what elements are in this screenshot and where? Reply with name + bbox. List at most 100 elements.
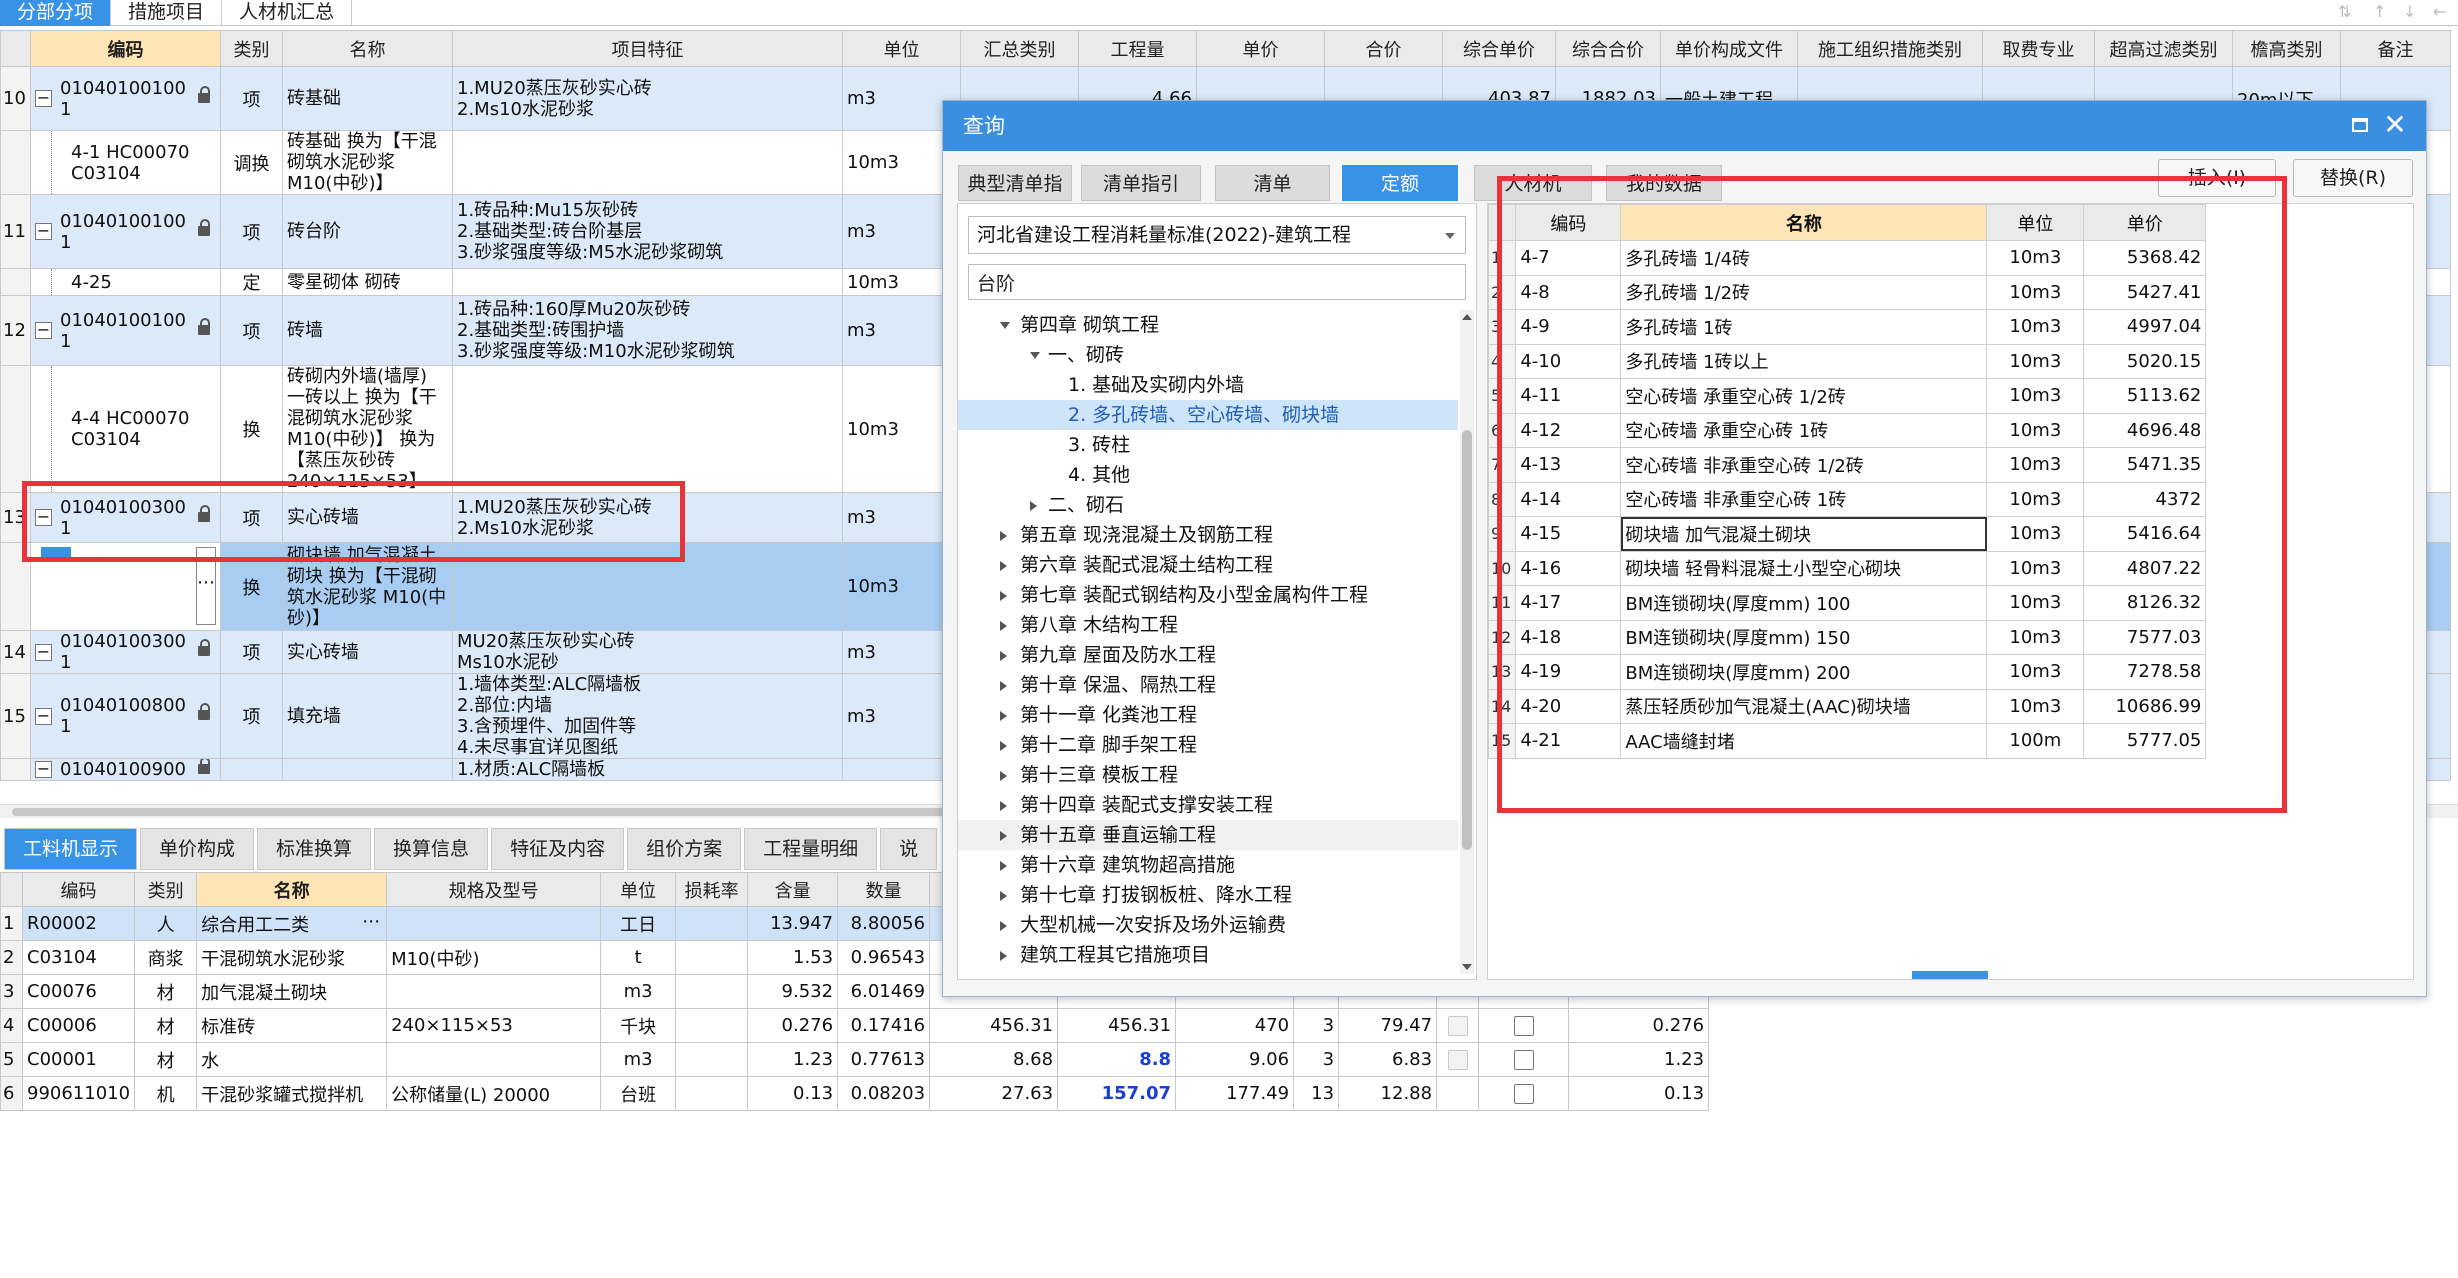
quota-price[interactable]: 10686.99 — [2083, 688, 2207, 724]
checkbox[interactable] — [1513, 1050, 1534, 1070]
feature-cell[interactable]: 1.MU20蒸压灰砂实心砖 2.Ms10水泥砂浆 — [452, 66, 843, 131]
sum-cell[interactable]: 12.88 — [1338, 1076, 1438, 1111]
row-number[interactable]: 14 — [0, 630, 31, 674]
name-cell[interactable]: 砖砌内外墙(墙厚) 一砖以上 换为【干混砌筑水泥砂浆 M10(中砂)】 换为【蒸… — [282, 365, 453, 493]
quota-name[interactable]: 多孔砖墙 1/4砖 — [1620, 240, 1988, 276]
tree-node[interactable]: 第十三章 模板工程 — [958, 760, 1458, 790]
sort-icon[interactable]: ⇅ — [2338, 4, 2354, 20]
tax-rate-cell[interactable]: 3 — [1293, 1008, 1340, 1043]
category-cell[interactable]: 商浆 — [134, 940, 198, 975]
quota-code[interactable]: 4-14 — [1515, 481, 1622, 517]
name-cell[interactable]: 实心砖墙 — [282, 492, 453, 543]
spec-cell[interactable] — [386, 974, 602, 1009]
row-number[interactable]: 13 — [0, 492, 31, 543]
more-icon[interactable]: ⋯ — [362, 911, 380, 932]
quota-unit[interactable]: 10m3 — [1986, 412, 2085, 448]
quota-price[interactable]: 5020.15 — [2083, 343, 2207, 379]
row-number[interactable]: 15 — [0, 673, 31, 759]
chevron-right-icon[interactable] — [1000, 861, 1007, 871]
dialog-tab-0[interactable]: 典型清单指引 — [958, 165, 1072, 231]
resource-row[interactable]: 5 C00001 材水 m3 1.23 0.77613 8.68 8.8 9.06 3 6.83 1.… — [0, 1042, 1710, 1077]
code-cell[interactable]: C00076 — [21, 974, 136, 1009]
row-number[interactable]: 9 — [1487, 516, 1517, 552]
name-cell[interactable]: 砖基础 换为【干混砌筑水泥砂浆 M10(中砂)】 — [282, 130, 453, 195]
top-tab-2[interactable]: 人材机汇总 — [222, 0, 353, 26]
collapse-toggle-icon[interactable]: − — [35, 761, 52, 778]
feature-cell[interactable] — [452, 542, 843, 631]
column-header[interactable]: 单价 — [1196, 30, 1325, 67]
original-content-cell[interactable]: 1.23 — [1568, 1042, 1710, 1077]
chevron-right-icon[interactable] — [1000, 651, 1007, 661]
content-cell[interactable]: 0.13 — [747, 1076, 839, 1111]
quota-code[interactable]: 4-11 — [1515, 378, 1622, 414]
tree-node[interactable]: 第四章 砌筑工程 — [958, 310, 1458, 340]
name-cell[interactable] — [282, 758, 453, 781]
quota-row[interactable]: 5 4-11 空心砖墙 承重空心砖 1/2砖 10m3 5113.62 — [1487, 378, 2207, 414]
name-cell[interactable]: 填充墙 — [282, 673, 453, 759]
tree-node[interactable]: 第七章 装配式钢结构及小型金属构件工程 — [958, 580, 1458, 610]
quota-price[interactable]: 5113.62 — [2083, 378, 2207, 414]
collapse-toggle-icon[interactable]: − — [35, 509, 52, 526]
chevron-right-icon[interactable] — [1000, 621, 1007, 631]
column-header[interactable]: 单位 — [842, 30, 961, 67]
loss-rate-cell[interactable] — [675, 1042, 749, 1077]
column-header[interactable]: 类别 — [220, 30, 283, 67]
quota-name[interactable]: BM连锁砌块(厚度mm) 100 — [1620, 585, 1988, 621]
row-number[interactable]: 10 — [0, 66, 31, 131]
tax-rate-cell[interactable]: 3 — [1293, 1042, 1340, 1077]
feature-cell[interactable] — [452, 268, 843, 296]
column-header[interactable] — [0, 872, 23, 907]
quota-row[interactable]: 4 4-10 多孔砖墙 1砖以上 10m3 5020.15 — [1487, 343, 2207, 379]
code-cell[interactable]: C03104 — [21, 940, 136, 975]
quota-unit[interactable]: 10m3 — [1986, 481, 2085, 517]
standard-select[interactable]: 河北省建设工程消耗量标准(2022)-建筑工程 — [968, 216, 1466, 254]
unit-cell[interactable]: m3 — [600, 1042, 677, 1077]
tree-node[interactable]: 第九章 屋面及防水工程 — [958, 640, 1458, 670]
tree-node[interactable]: 第十五章 垂直运输工程 — [958, 820, 1458, 850]
quota-row[interactable]: 15 4-21 AAC墙缝封堵 100m 5777.05 — [1487, 723, 2207, 759]
quota-unit[interactable]: 10m3 — [1986, 550, 2085, 586]
amount-cell[interactable]: 8.80056 — [837, 906, 931, 941]
row-number[interactable]: 12 — [0, 295, 31, 366]
quota-name[interactable]: BM连锁砌块(厚度mm) 200 — [1620, 654, 1988, 690]
unit-cell[interactable]: 台班 — [600, 1076, 677, 1111]
detail-tab-3[interactable]: 换算信息 — [374, 828, 489, 870]
quota-unit[interactable]: 10m3 — [1986, 240, 2085, 276]
quota-row[interactable]: 3 4-9 多孔砖墙 1砖 10m3 4997.04 — [1487, 309, 2207, 345]
lock-check-cell[interactable] — [1436, 1076, 1480, 1111]
quota-row[interactable]: 14 4-20 蒸压轻质砂加气混凝土(AAC)砌块墙 10m3 10686.99 — [1487, 688, 2207, 724]
detail-tab-4[interactable]: 特征及内容 — [491, 828, 625, 870]
quota-name[interactable]: 多孔砖墙 1砖 — [1620, 309, 1988, 345]
row-number[interactable]: 15 — [1487, 723, 1517, 759]
name-cell[interactable]: 零星砌体 砌砖 — [282, 268, 453, 296]
quota-code[interactable]: 4-15 — [1515, 516, 1622, 552]
temp-check-cell[interactable] — [1478, 1008, 1570, 1043]
chevron-right-icon[interactable] — [1000, 921, 1007, 931]
row-number[interactable]: 3 — [0, 974, 23, 1009]
tree-node[interactable]: 大型机械一次安拆及场外运输费 — [958, 910, 1458, 940]
quota-code[interactable]: 4-13 — [1515, 447, 1622, 483]
category-cell[interactable]: 项 — [220, 194, 283, 269]
feature-cell[interactable]: MU20蒸压灰砂实心砖 Ms10水泥砂 — [452, 630, 843, 674]
column-header[interactable]: 损耗率 — [675, 872, 749, 907]
tree-node[interactable]: 二、砌石 — [958, 490, 1458, 520]
close-icon[interactable]: ✕ — [2380, 110, 2410, 140]
amount-cell[interactable]: 0.17416 — [837, 1008, 931, 1043]
content-cell[interactable]: 13.947 — [747, 906, 839, 941]
original-content-cell[interactable]: 0.13 — [1568, 1076, 1710, 1111]
quota-row[interactable]: 6 4-12 空心砖墙 承重空心砖 1砖 10m3 4696.48 — [1487, 412, 2207, 448]
category-cell[interactable]: 项 — [220, 630, 283, 674]
code-edit-cursor[interactable] — [41, 547, 71, 559]
collapse-toggle-icon[interactable]: − — [35, 90, 52, 107]
dialog-tab-1[interactable]: 清单指引 — [1081, 165, 1201, 201]
chevron-right-icon[interactable] — [1000, 561, 1007, 571]
row-number[interactable]: 11 — [0, 194, 31, 269]
detail-tab-6[interactable]: 工程量明细 — [744, 828, 878, 870]
column-header[interactable]: 单位 — [1986, 204, 2085, 241]
quota-code[interactable]: 4-12 — [1515, 412, 1622, 448]
quota-code[interactable]: 4-8 — [1515, 274, 1622, 310]
quota-price[interactable]: 5777.05 — [2083, 723, 2207, 759]
chevron-right-icon[interactable] — [1000, 891, 1007, 901]
row-number[interactable]: 12 — [1487, 619, 1517, 655]
row-number[interactable] — [0, 365, 31, 493]
